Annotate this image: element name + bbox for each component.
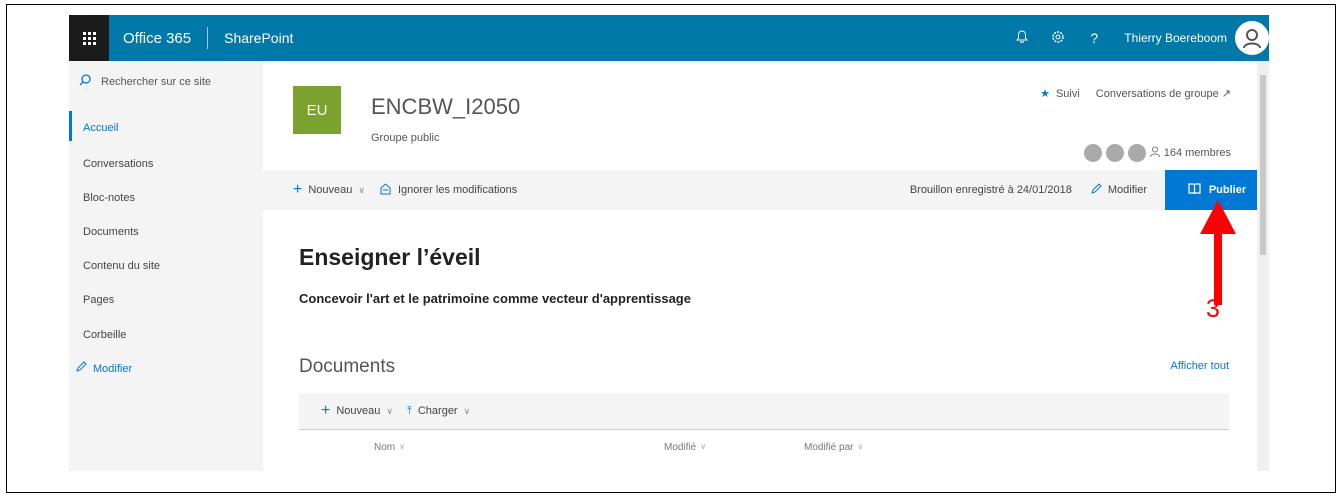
members-count: 164 membres [1163,147,1231,159]
page-command-bar: + Nouveau ∨ Ignorer les modifications Br… [263,170,1269,210]
documents-webpart-title: Documents [299,356,396,377]
search-placeholder: Rechercher sur ce site [101,75,212,88]
plus-icon: + [293,181,303,198]
nav-item-corbeille[interactable]: Corbeille [83,329,126,341]
column-header-name[interactable]: Nom ∨ [374,442,405,453]
nav-item-bloc-notes[interactable]: Bloc-notes [83,192,135,204]
chevron-down-icon: ∨ [386,405,393,416]
discard-icon [379,182,392,198]
show-all-link[interactable]: Afficher tout [1171,360,1230,372]
follow-button[interactable]: ★ Suivi [1040,87,1080,100]
site-privacy-label: Groupe public [371,132,440,144]
member-avatar-icon [1083,144,1102,162]
page-subtitle: Concevoir l'art et le patrimoine comme v… [299,291,691,306]
divider [207,27,209,49]
nav-edit-link[interactable]: Modifier [75,361,132,376]
help-icon[interactable]: ? [1076,30,1112,46]
office365-brand[interactable]: Office 365 [123,30,191,47]
nav-active-indicator [69,111,72,141]
pencil-icon [75,361,87,376]
draft-status: Brouillon enregistré à 24/01/2018 [909,184,1072,196]
column-header-modified-by[interactable]: Modifié par ∨ [804,442,863,453]
person-icon [1149,146,1160,160]
column-header-modified[interactable]: Modifié ∨ [664,442,706,453]
chevron-down-icon: ∨ [700,442,707,451]
nav-item-documents[interactable]: Documents [83,226,139,238]
upload-icon: ⤒ [406,404,412,417]
nav-item-accueil[interactable]: Accueil [83,122,118,134]
nav-item-pages[interactable]: Pages [83,294,114,306]
site-logo[interactable]: EU [293,86,341,134]
member-avatar-icon [1127,144,1146,162]
nav-edit-label: Modifier [93,362,133,375]
upload-button[interactable]: ⤒ Charger ∨ [407,405,470,418]
nav-item-site-contents[interactable]: Contenu du site [83,260,160,272]
book-icon [1188,183,1201,197]
chevron-down-icon: ∨ [463,405,471,416]
members-area[interactable]: 164 membres [1083,144,1231,162]
pencil-icon [1090,182,1102,198]
annotation-arrow-shaft [1214,210,1222,305]
plus-icon: + [321,402,331,419]
documents-command-bar: + Nouveau ∨ ⤒ Charger ∨ [299,393,1229,430]
site-search-box[interactable]: Rechercher sur ce site [79,74,211,89]
page-title: Enseigner l’éveil [299,244,481,270]
waffle-icon [82,31,96,45]
site-title[interactable]: ENCBW_I2050 [371,94,520,120]
gear-icon[interactable] [1040,30,1076,47]
main-content: EU ENCBW_I2050 Groupe public ★ Suivi Conv… [263,61,1269,471]
suite-bar-actions: ? Thierry Boereboom [1004,15,1269,61]
group-conversations-link[interactable]: Conversations de groupe ↗ [1096,87,1231,100]
edit-page-button[interactable]: Modifier [1090,182,1147,198]
left-navigation: Rechercher sur ce site Accueil Conversat… [69,61,263,471]
search-icon [79,74,91,89]
scrollbar-thumb[interactable] [1260,75,1266,255]
sharepoint-app-link[interactable]: SharePoint [224,30,293,46]
external-link-icon: ↗ [1221,88,1231,100]
member-avatar-icon [1105,144,1124,162]
star-icon: ★ [1040,88,1050,100]
documents-new-button[interactable]: + Nouveau ∨ [321,402,393,420]
chevron-down-icon: ∨ [358,184,365,195]
chevron-down-icon: ∨ [857,442,864,451]
suite-bar: Office 365 SharePoint ? Thierry Boereboo… [69,15,1269,61]
chevron-down-icon: ∨ [399,442,405,451]
app-launcher-button[interactable] [69,15,109,61]
user-name[interactable]: Thierry Boereboom [1124,31,1227,45]
new-button[interactable]: + Nouveau ∨ [293,181,365,199]
nav-item-conversations[interactable]: Conversations [83,158,153,170]
site-header-actions: ★ Suivi Conversations de groupe ↗ [1040,87,1231,100]
discard-changes-button[interactable]: Ignorer les modifications [379,182,517,198]
vertical-scrollbar[interactable] [1257,61,1269,471]
annotation-step-number: 3 [1206,295,1220,323]
user-avatar-icon[interactable] [1235,21,1269,55]
bell-icon[interactable] [1004,30,1040,46]
